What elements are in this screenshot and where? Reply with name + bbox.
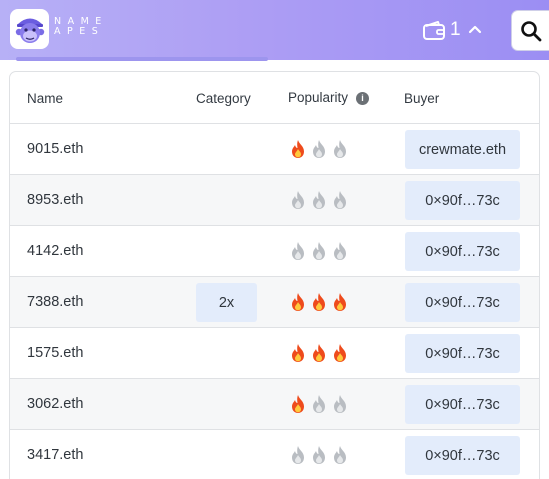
domain-name[interactable]: 9015.eth <box>27 141 83 158</box>
buyer-chip[interactable]: 0×90f…73c <box>405 283 520 322</box>
table-row[interactable]: 9015.eth crewmate.eth <box>10 124 539 175</box>
flame-icon <box>331 445 349 470</box>
flame-icon <box>310 292 328 317</box>
search-button[interactable] <box>511 10 549 51</box>
flame-icon <box>331 343 349 368</box>
table-header: Name Category Popularity i Buyer <box>10 72 539 124</box>
category-badge: 2x <box>196 283 257 322</box>
buyer-chip[interactable]: 0×90f…73c <box>405 334 520 373</box>
column-header-category[interactable]: Category <box>196 91 251 107</box>
chevron-up-icon[interactable] <box>468 23 482 35</box>
flame-icon <box>289 292 307 317</box>
brand-name: NAME APES <box>54 16 108 37</box>
header-underline <box>16 57 268 61</box>
info-icon[interactable]: i <box>356 91 370 105</box>
table-row[interactable]: 4142.eth 0×90f…73c <box>10 226 539 277</box>
flame-icon <box>331 241 349 266</box>
flame-icon <box>331 292 349 317</box>
domain-name[interactable]: 8953.eth <box>27 192 83 209</box>
table-row[interactable]: 7388.eth 2x 0×90f…73c <box>10 277 539 328</box>
buyer-chip[interactable]: crewmate.eth <box>405 130 520 169</box>
popularity-rating <box>289 394 349 419</box>
table-row[interactable]: 3062.eth 0×90f…73c <box>10 379 539 430</box>
popularity-label: Popularity <box>288 90 349 105</box>
buyer-chip[interactable]: 0×90f…73c <box>405 436 520 475</box>
flame-icon <box>331 139 349 164</box>
ape-logo-icon[interactable] <box>10 9 49 49</box>
flame-icon <box>289 343 307 368</box>
domain-name[interactable]: 3417.eth <box>27 447 83 464</box>
flame-icon <box>310 343 328 368</box>
table-row[interactable]: 1575.eth 0×90f…73c <box>10 328 539 379</box>
flame-icon <box>289 241 307 266</box>
domain-name[interactable]: 3062.eth <box>27 396 83 413</box>
domain-name[interactable]: 7388.eth <box>27 294 83 311</box>
search-icon <box>520 20 541 41</box>
flame-icon <box>310 190 328 215</box>
flame-icon <box>289 190 307 215</box>
flame-icon <box>310 139 328 164</box>
popularity-rating <box>289 445 349 470</box>
popularity-rating <box>289 190 349 215</box>
column-header-popularity[interactable]: Popularity i <box>288 90 370 106</box>
column-header-name[interactable]: Name <box>27 91 63 107</box>
buyer-chip[interactable]: 0×90f…73c <box>405 232 520 271</box>
buyer-chip[interactable]: 0×90f…73c <box>405 181 520 220</box>
domain-name[interactable]: 4142.eth <box>27 243 83 260</box>
popularity-rating <box>289 139 349 164</box>
flame-icon <box>310 241 328 266</box>
popularity-rating <box>289 241 349 266</box>
wallet-icon[interactable] <box>422 20 446 42</box>
popularity-rating <box>289 343 349 368</box>
flame-icon <box>310 445 328 470</box>
wallet-count[interactable]: 1 <box>450 19 461 41</box>
buyer-chip[interactable]: 0×90f…73c <box>405 385 520 424</box>
flame-icon <box>331 394 349 419</box>
table-row[interactable]: 8953.eth 0×90f…73c <box>10 175 539 226</box>
table-body: 9015.eth crewmate.eth 8953.eth 0×90f…73c 414… <box>10 124 539 479</box>
domain-name[interactable]: 1575.eth <box>27 345 83 362</box>
column-header-buyer[interactable]: Buyer <box>404 91 439 107</box>
flame-icon <box>289 394 307 419</box>
flame-icon <box>310 394 328 419</box>
popularity-rating <box>289 292 349 317</box>
flame-icon <box>289 445 307 470</box>
table-row[interactable]: 3417.eth 0×90f…73c <box>10 430 539 479</box>
top-header: NAME APES 1 <box>0 0 549 60</box>
flame-icon <box>289 139 307 164</box>
flame-icon <box>331 190 349 215</box>
sales-table: Name Category Popularity i Buyer 9015.et… <box>9 71 540 479</box>
